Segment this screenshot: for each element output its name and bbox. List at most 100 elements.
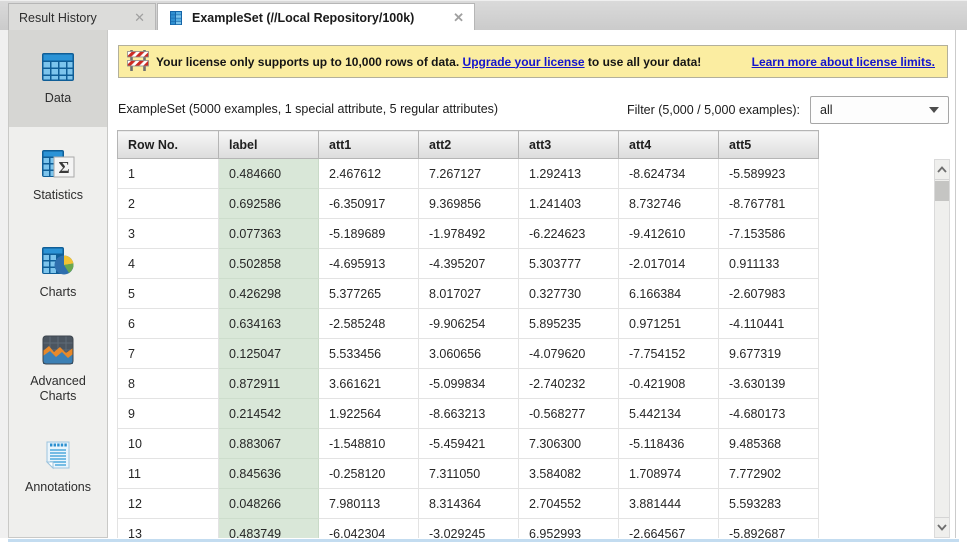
data-cell: -3.029245 [419,519,519,539]
table-row[interactable]: 120.0482667.9801138.3143642.7045523.8814… [118,489,819,519]
filter-selected-value: all [820,103,833,117]
statistics-sigma-icon: Σ [41,149,75,182]
data-cell: -0.568277 [519,399,619,429]
data-cell: -9.906254 [419,309,519,339]
table-row[interactable]: 60.634163-2.585248-9.9062545.8952350.971… [118,309,819,339]
label-cell: 0.634163 [219,309,319,339]
column-header-att2[interactable]: att2 [419,131,519,159]
sidebar-item-data[interactable]: Data [9,30,107,127]
table-header-row: Row No. label att1 att2 att3 att4 att5 [118,131,819,159]
data-cell: 1.708974 [619,459,719,489]
sidebar-item-label: Annotations [19,480,97,495]
chevron-up-icon [937,166,947,173]
tab-result-history[interactable]: Result History ✕ [8,3,156,31]
column-header-att1[interactable]: att1 [319,131,419,159]
label-cell: 0.048266 [219,489,319,519]
license-warning-text: Your license only supports up to 10,000 … [156,55,701,69]
row-number-cell: 11 [118,459,219,489]
table-row[interactable]: 100.883067-1.548810-5.4594217.306300-5.1… [118,429,819,459]
data-cell: -2.664567 [619,519,719,539]
data-cell: 3.661621 [319,369,419,399]
row-number-cell: 9 [118,399,219,429]
sidebar-item-advanced-charts[interactable]: Advanced Charts [9,321,107,418]
sidebar-item-annotations[interactable]: Annotations [9,418,107,515]
row-number-cell: 13 [118,519,219,539]
license-warning-banner: Your license only supports up to 10,000 … [118,45,948,78]
close-icon[interactable]: ✕ [453,11,464,24]
exampleset-summary: ExampleSet (5000 examples, 1 special att… [118,102,498,116]
data-table-icon [41,52,75,85]
table-row[interactable]: 70.1250475.5334563.060656-4.079620-7.754… [118,339,819,369]
data-cell: 1.292413 [519,159,619,189]
label-cell: 0.214542 [219,399,319,429]
table-row[interactable]: 90.2145421.922564-8.663213-0.5682775.442… [118,399,819,429]
table-row[interactable]: 110.845636-0.2581207.3110503.5840821.708… [118,459,819,489]
row-number-cell: 10 [118,429,219,459]
learn-more-link[interactable]: Learn more about license limits. [752,55,935,69]
data-cell: 3.881444 [619,489,719,519]
example-table: Row No. label att1 att2 att3 att4 att5 1… [117,130,819,538]
row-number-cell: 1 [118,159,219,189]
panel-right-border [955,30,956,538]
data-cell: -0.421908 [619,369,719,399]
sidebar-item-statistics[interactable]: Σ Statistics [9,127,107,224]
table-row[interactable]: 20.692586-6.3509179.3698561.2414038.7327… [118,189,819,219]
scroll-up-button[interactable] [935,160,949,180]
label-cell: 0.484660 [219,159,319,189]
row-number-cell: 7 [118,339,219,369]
data-cell: -2.607983 [719,279,819,309]
table-row[interactable]: 50.4262985.3772658.0170270.3277306.16638… [118,279,819,309]
upgrade-license-link[interactable]: Upgrade your license [463,55,585,69]
data-cell: -6.042304 [319,519,419,539]
table-row[interactable]: 30.077363-5.189689-1.978492-6.224623-9.4… [118,219,819,249]
data-cell: -8.624734 [619,159,719,189]
data-view-panel: Your license only supports up to 10,000 … [108,30,967,538]
data-cell: -5.892687 [719,519,819,539]
column-header-att4[interactable]: att4 [619,131,719,159]
table-row[interactable]: 80.8729113.661621-5.099834-2.740232-0.42… [118,369,819,399]
table-row[interactable]: 40.502858-4.695913-4.3952075.303777-2.01… [118,249,819,279]
close-icon[interactable]: ✕ [134,11,145,24]
data-cell: -5.459421 [419,429,519,459]
table-row[interactable]: 130.483749-6.042304-3.0292456.952993-2.6… [118,519,819,539]
data-cell: -4.079620 [519,339,619,369]
scroll-down-button[interactable] [935,517,949,537]
table-icon [168,10,184,26]
column-header-label[interactable]: label [219,131,319,159]
row-number-cell: 6 [118,309,219,339]
data-cell: 7.980113 [319,489,419,519]
data-cell: -8.767781 [719,189,819,219]
svg-text:Σ: Σ [58,158,69,177]
data-cell: -2.017014 [619,249,719,279]
label-cell: 0.483749 [219,519,319,539]
data-cell: -2.740232 [519,369,619,399]
window-left-margin [0,30,8,538]
data-cell: -5.118436 [619,429,719,459]
label-cell: 0.125047 [219,339,319,369]
data-cell: -4.680173 [719,399,819,429]
sidebar-item-label: Advanced Charts [9,374,107,404]
data-cell: -7.754152 [619,339,719,369]
vertical-scrollbar[interactable] [934,159,950,538]
tab-label: Result History [19,11,97,25]
data-cell: -1.548810 [319,429,419,459]
chevron-down-icon [937,524,947,531]
data-cell: 0.971251 [619,309,719,339]
table-row[interactable]: 10.4846602.4676127.2671271.292413-8.6247… [118,159,819,189]
tab-exampleset[interactable]: ExampleSet (//Local Repository/100k) ✕ [157,3,475,31]
row-number-cell: 8 [118,369,219,399]
data-cell: -7.153586 [719,219,819,249]
data-cell: -4.695913 [319,249,419,279]
data-cell: -0.258120 [319,459,419,489]
data-cell: 8.314364 [419,489,519,519]
column-header-att3[interactable]: att3 [519,131,619,159]
data-cell: 0.911133 [719,249,819,279]
filter-dropdown[interactable]: all [810,96,949,124]
tab-bar: Result History ✕ ExampleSet (//Local Rep… [0,0,967,30]
column-header-row-no[interactable]: Row No. [118,131,219,159]
row-number-cell: 3 [118,219,219,249]
column-header-att5[interactable]: att5 [719,131,819,159]
scrollbar-thumb[interactable] [935,181,949,201]
sidebar-item-charts[interactable]: Charts [9,224,107,321]
data-cell: 7.267127 [419,159,519,189]
